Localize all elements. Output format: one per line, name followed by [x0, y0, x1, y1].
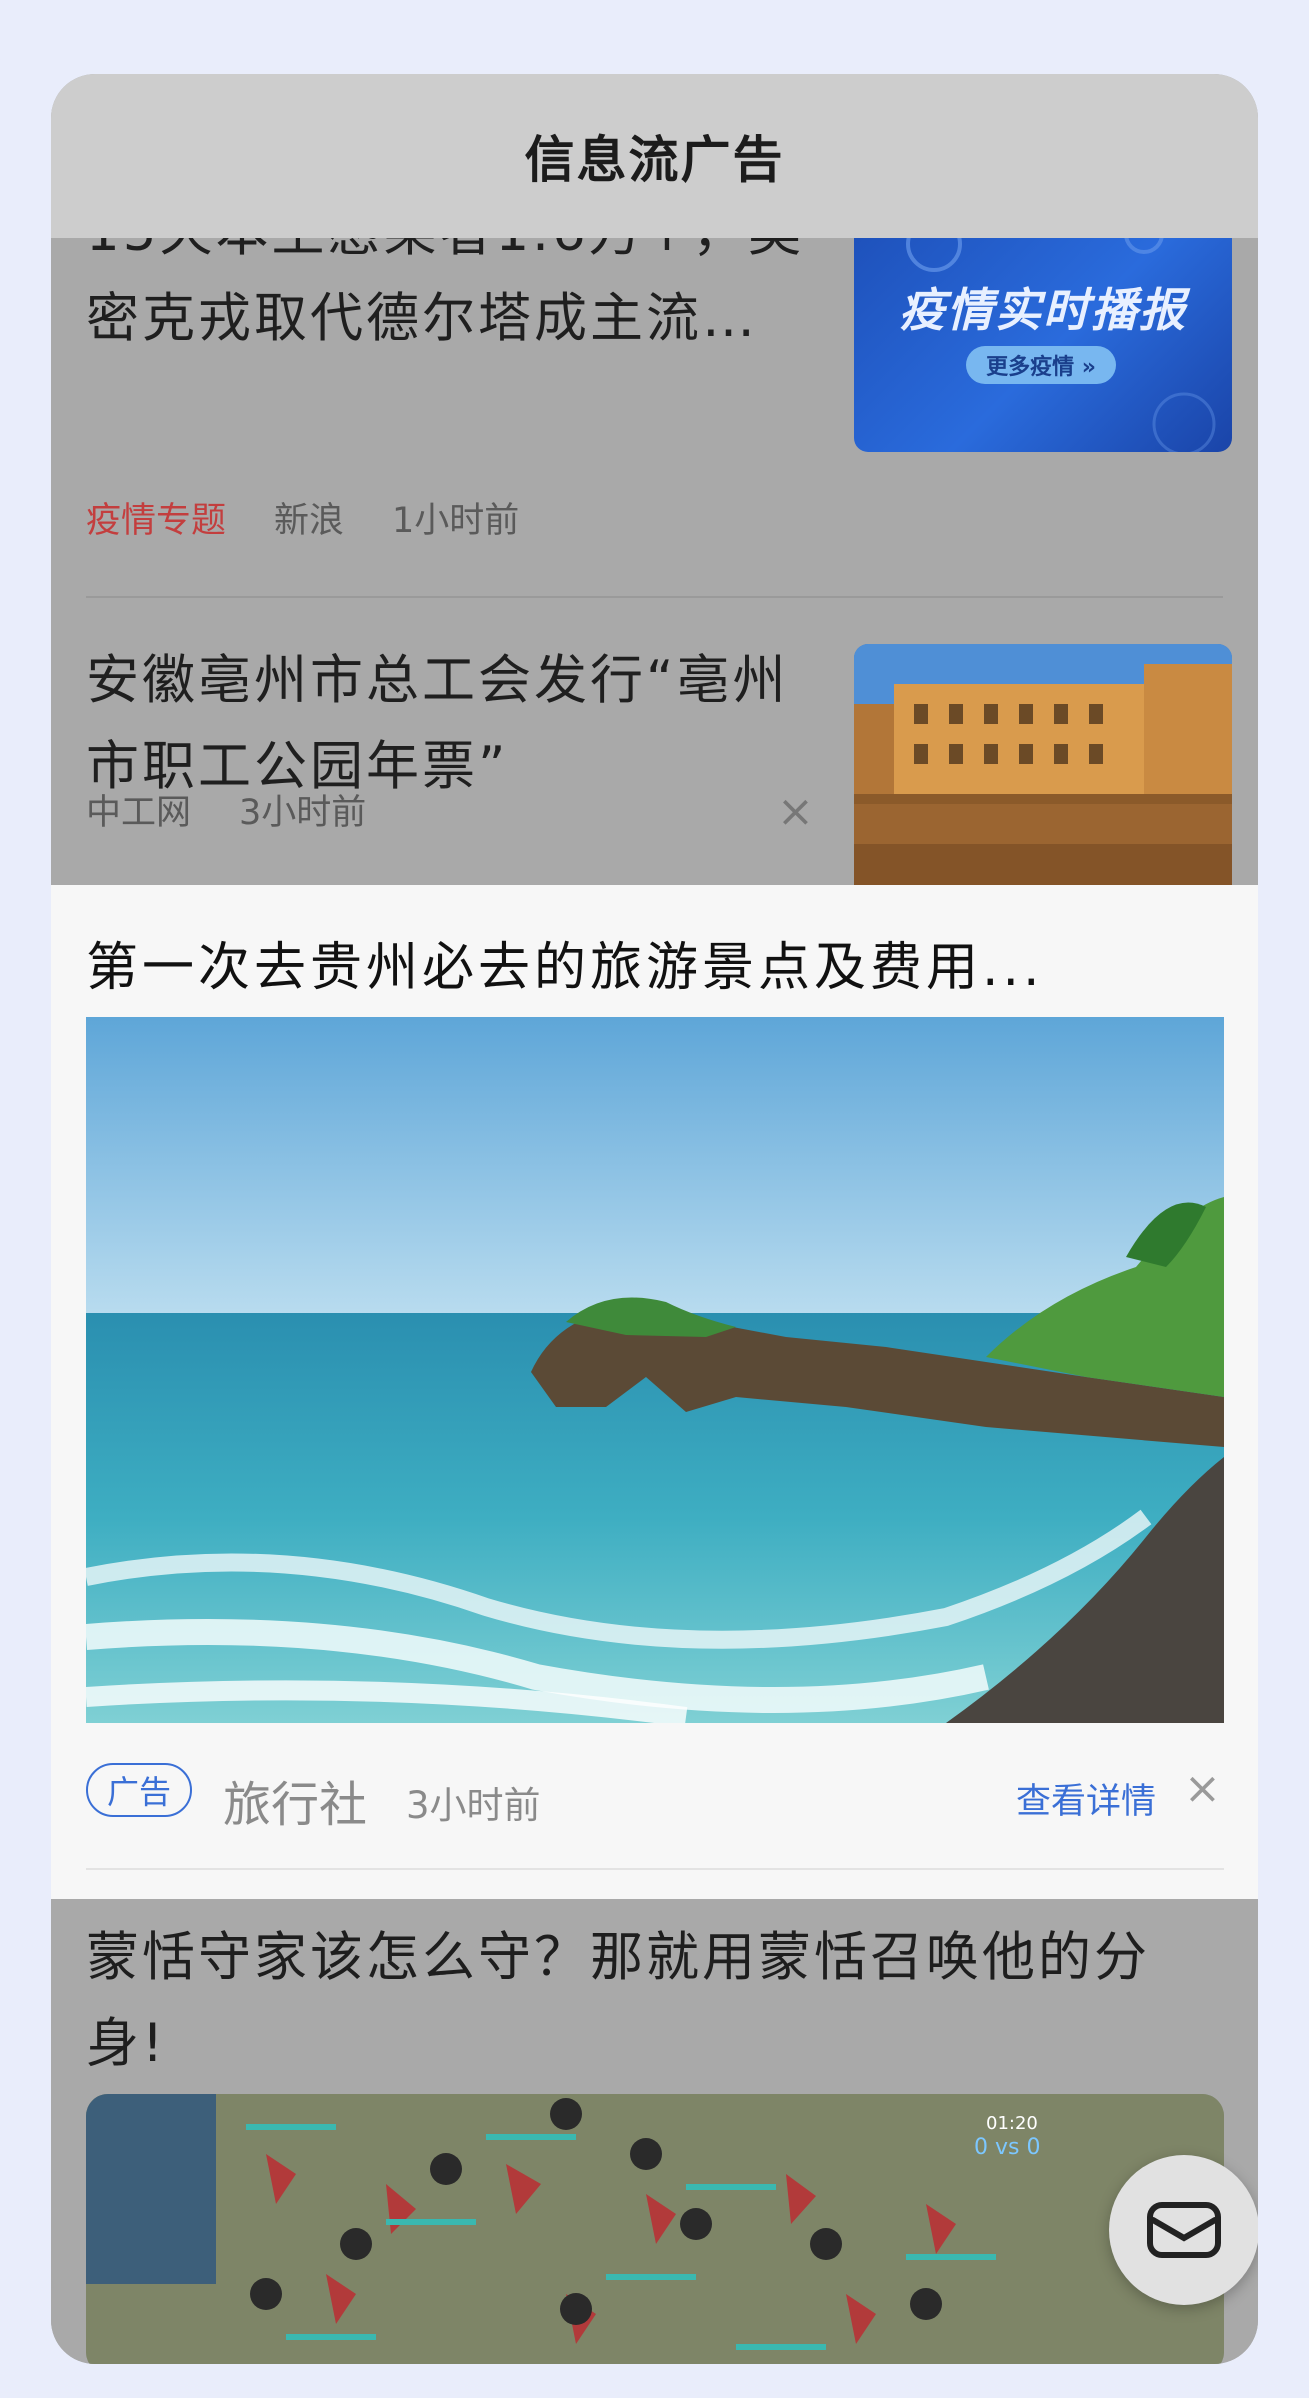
page-title: 信息流广告 [524, 131, 785, 189]
ad-card[interactable]: 第一次去贵州必去的旅游景点及费用... 广告 旅行社 3小时前 查看详情 × [51, 885, 1258, 1899]
ad-image[interactable] [86, 1017, 1224, 1723]
ad-time: 3小时前 [406, 1784, 541, 1827]
hud-time: 01:20 [986, 2113, 1038, 2134]
game-screenshot: 01:20 0 vs 0 [86, 2094, 1224, 2364]
news-source: 中工网 [86, 793, 192, 833]
message-button[interactable] [1109, 2155, 1258, 2305]
video-item[interactable]: 蒙恬守家该怎么守？那就用蒙恬召唤他的分身! 01:20 0 vs 0 [51, 1899, 1258, 2364]
thumb-headline: 疫情实时播报 [899, 283, 1187, 337]
news-source: 新浪 [274, 501, 345, 541]
thumb-more-button: 更多疫情 » [966, 346, 1116, 384]
building-photo [854, 644, 1232, 902]
mail-icon [1147, 2202, 1221, 2258]
seascape-photo [86, 1017, 1224, 1723]
news-time: 3小时前 [239, 793, 367, 833]
ad-sponsor[interactable]: 旅行社 [223, 1765, 367, 1835]
news-thumbnail[interactable] [854, 644, 1232, 902]
ad-title[interactable]: 第一次去贵州必去的旅游景点及费用... [86, 925, 1044, 1000]
top-bar: 信息流广告 [51, 74, 1258, 238]
news-meta: 中工网 3小时前 [86, 784, 366, 835]
phone-screen: 信息流广告 15天本土感染者1.6万+，奥密克戎取代德尔塔成主流… 疫情专题 新… [51, 74, 1258, 2364]
news-meta: 疫情专题 新浪 1小时前 [86, 492, 519, 543]
video-thumbnail[interactable]: 01:20 0 vs 0 [86, 2094, 1224, 2364]
news-time: 1小时前 [392, 501, 520, 541]
topic-tag[interactable]: 疫情专题 [86, 492, 226, 543]
ad-badge: 广告 [86, 1763, 192, 1817]
ad-meta: 广告 旅行社 3小时前 查看详情 × [86, 1763, 1224, 1833]
close-icon[interactable]: × [1184, 1767, 1221, 1811]
news-thumbnail[interactable]: 疫情实时播报 更多疫情 » [854, 204, 1232, 452]
close-icon[interactable]: × [777, 790, 814, 834]
device-frame: 信息流广告 15天本土感染者1.6万+，奥密克戎取代德尔塔成主流… 疫情专题 新… [0, 0, 1309, 2398]
news-item[interactable]: 安徽亳州市总工会发行“亳州市职工公园年票” 中工网 3小时前 × [51, 598, 1258, 902]
news-item[interactable]: 15天本土感染者1.6万+，奥密克戎取代德尔塔成主流… 疫情专题 新浪 1小时前… [51, 202, 1258, 598]
hud-score: 0 vs 0 [974, 2135, 1040, 2160]
divider [86, 1868, 1224, 1870]
video-title[interactable]: 蒙恬守家该怎么守？那就用蒙恬召唤他的分身! [86, 1915, 1226, 2087]
view-details-link[interactable]: 查看详情 [1016, 1773, 1156, 1824]
